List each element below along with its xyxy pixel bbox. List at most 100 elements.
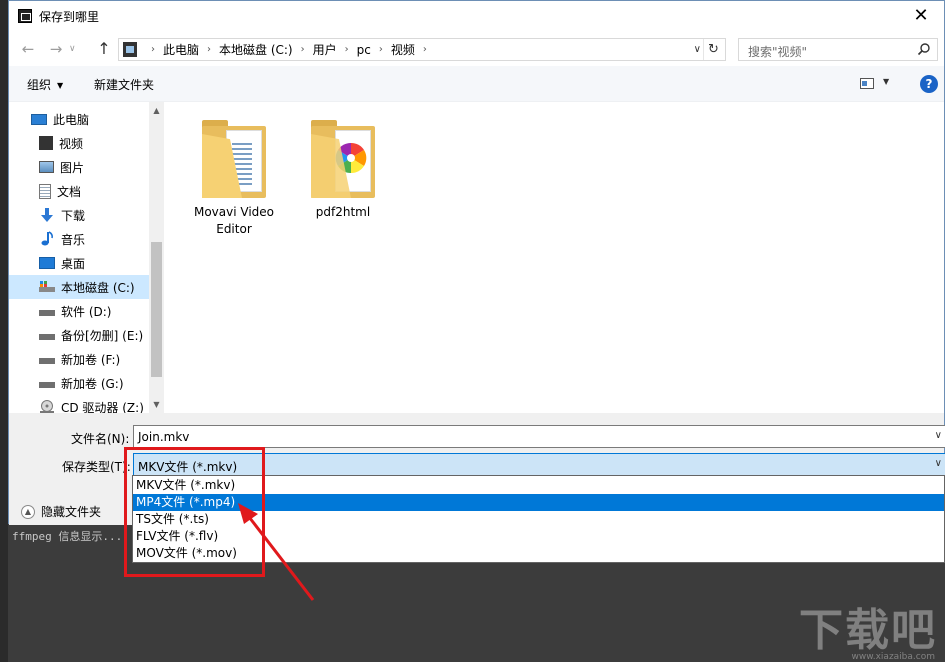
filename-field[interactable]: Join.mkv ∨	[133, 425, 945, 448]
watermark-url: www.xiazaiba.com	[851, 652, 935, 662]
sidebar-item-drive-f[interactable]: 新加卷 (F:)	[39, 347, 164, 371]
folder-name: pdf2html	[315, 205, 371, 219]
annotation-highlight-box	[124, 447, 265, 577]
back-arrow-icon[interactable]: ←	[17, 38, 39, 60]
music-icon	[39, 231, 55, 247]
sidebar-item-label: 音乐	[61, 232, 86, 247]
scroll-up-icon[interactable]: ▲	[149, 102, 164, 119]
search-box[interactable]: 搜索"视频"	[738, 38, 938, 61]
hide-folders-button[interactable]: ▲ 隐藏文件夹	[21, 503, 101, 520]
title-bar: 保存到哪里 ✕	[9, 1, 944, 32]
documents-icon	[39, 183, 51, 199]
sidebar-item-label: 软件 (D:)	[61, 304, 112, 319]
sidebar-item-videos[interactable]: 视频	[39, 131, 164, 155]
sidebar-item-downloads[interactable]: 下载	[39, 203, 164, 227]
scroll-down-icon[interactable]: ▼	[149, 396, 164, 413]
sidebar-item-label: 文档	[57, 184, 82, 199]
folder-icon	[202, 116, 266, 198]
drive-icon	[39, 382, 55, 388]
navigation-row: ← → ∨ ↑ › 此电脑 › 本地磁盘 (C:) › 用户 › pc › 视频…	[9, 32, 944, 66]
breadcrumb-local-disk-c[interactable]: 本地磁盘 (C:)	[219, 41, 293, 58]
chevron-down-icon[interactable]: ∨	[935, 458, 942, 469]
drive-icon	[39, 334, 55, 340]
sidebar-item-drive-e[interactable]: 备份[勿删] (E:)	[39, 323, 164, 347]
sidebar-item-cd-drive-z[interactable]: CD 驱动器 (Z:)	[39, 395, 164, 413]
breadcrumb-separator-icon[interactable]: ›	[151, 44, 155, 55]
organize-button[interactable]: 组织 ▼	[27, 76, 63, 93]
save-dialog: 保存到哪里 ✕ ← → ∨ ↑ › 此电脑 › 本地磁盘 (C:) › 用户 ›…	[8, 0, 945, 525]
sidebar-item-documents[interactable]: 文档	[39, 179, 164, 203]
pictures-icon	[39, 161, 54, 173]
sidebar-item-label: 本地磁盘 (C:)	[61, 280, 135, 295]
search-icon[interactable]	[917, 42, 931, 56]
sidebar-item-label: 视频	[59, 136, 84, 151]
refresh-icon[interactable]: ↻	[703, 39, 723, 60]
filename-value: Join.mkv	[138, 430, 190, 444]
breadcrumb: › 此电脑 › 本地磁盘 (C:) › 用户 › pc › 视频 ›	[143, 39, 435, 60]
desktop-icon	[39, 257, 55, 269]
close-button[interactable]: ✕	[898, 1, 944, 32]
new-folder-button[interactable]: 新建文件夹	[94, 76, 154, 93]
view-options-caret-icon[interactable]: ▼	[883, 77, 889, 86]
breadcrumb-separator-icon[interactable]: ›	[423, 44, 427, 55]
sidebar-item-label: 新加卷 (G:)	[61, 376, 124, 391]
folder-item-pdf2html[interactable]: pdf2html	[293, 116, 393, 221]
sidebar-item-pictures[interactable]: 图片	[39, 155, 164, 179]
address-bar[interactable]: › 此电脑 › 本地磁盘 (C:) › 用户 › pc › 视频 › ∨ ↻	[118, 38, 726, 61]
command-toolbar: 组织 ▼ 新建文件夹 ▼ ?	[9, 66, 944, 102]
scrollbar-thumb[interactable]	[151, 242, 162, 377]
breadcrumb-separator-icon[interactable]: ›	[379, 44, 383, 55]
sidebar-item-label: 下载	[61, 208, 86, 223]
sidebar-item-music[interactable]: 音乐	[39, 227, 164, 251]
filetype-label: 保存类型(T):	[62, 460, 131, 474]
sidebar-item-local-disk-c[interactable]: 本地磁盘 (C:)	[9, 275, 149, 299]
folder-name: Movavi Video Editor	[193, 205, 275, 236]
download-icon	[39, 207, 55, 223]
drive-c-icon	[39, 281, 55, 293]
sidebar-item-label: 备份[勿删] (E:)	[61, 328, 144, 343]
breadcrumb-separator-icon[interactable]: ›	[345, 44, 349, 55]
video-icon	[39, 136, 53, 150]
sidebar-item-drive-g[interactable]: 新加卷 (G:)	[39, 371, 164, 395]
sidebar-item-drive-d[interactable]: 软件 (D:)	[39, 299, 164, 323]
breadcrumb-pc[interactable]: pc	[357, 43, 371, 57]
cd-drive-icon	[39, 400, 55, 413]
breadcrumb-videos[interactable]: 视频	[391, 41, 415, 58]
up-arrow-icon[interactable]: ↑	[93, 38, 115, 60]
video-library-icon	[123, 42, 137, 57]
filename-label: 文件名(N):	[71, 432, 130, 446]
organize-label: 组织	[27, 78, 52, 92]
organize-caret-icon: ▼	[57, 81, 64, 90]
collapse-up-icon: ▲	[21, 504, 35, 519]
search-placeholder: 搜索"视频"	[748, 45, 808, 59]
folder-icon	[311, 116, 375, 198]
chevron-down-icon[interactable]: ∨	[935, 430, 942, 441]
view-options-icon[interactable]	[860, 78, 874, 89]
breadcrumb-separator-icon[interactable]: ›	[301, 44, 305, 55]
app-film-icon	[18, 9, 32, 23]
address-dropdown-chevron-icon[interactable]: ∨	[694, 39, 701, 60]
sidebar-item-this-pc[interactable]: 此电脑	[31, 107, 164, 131]
folder-item-movavi[interactable]: Movavi Video Editor	[184, 116, 284, 238]
drive-icon	[39, 358, 55, 364]
navigation-pane-scrollbar[interactable]: ▲ ▼	[149, 102, 164, 413]
sidebar-item-desktop[interactable]: 桌面	[39, 251, 164, 275]
help-icon[interactable]: ?	[920, 75, 938, 93]
navigation-pane: 此电脑 视频 图片 文档 下载 音乐 桌面 本地磁盘 (C:) 软件 (D:) …	[9, 102, 164, 413]
file-list-area: Movavi Video Editor pdf2html	[164, 102, 944, 413]
dialog-title: 保存到哪里	[39, 10, 100, 24]
breadcrumb-separator-icon[interactable]: ›	[207, 44, 211, 55]
sidebar-item-label: 新加卷 (F:)	[61, 352, 121, 367]
watermark-logo: 下载吧	[799, 605, 937, 656]
breadcrumb-users[interactable]: 用户	[313, 41, 337, 58]
drive-icon	[39, 310, 55, 316]
sidebar-item-label: CD 驱动器 (Z:)	[61, 400, 144, 414]
hide-folders-label: 隐藏文件夹	[41, 505, 102, 519]
sidebar-item-label: 图片	[60, 160, 85, 175]
sidebar-item-label: 桌面	[61, 256, 86, 271]
recent-locations-chevron-icon[interactable]: ∨	[69, 38, 83, 60]
sidebar-item-label: 此电脑	[53, 112, 90, 127]
breadcrumb-this-pc[interactable]: 此电脑	[163, 41, 199, 58]
forward-arrow-icon[interactable]: →	[45, 38, 67, 60]
console-text: ffmpeg 信息显示...	[12, 530, 123, 543]
